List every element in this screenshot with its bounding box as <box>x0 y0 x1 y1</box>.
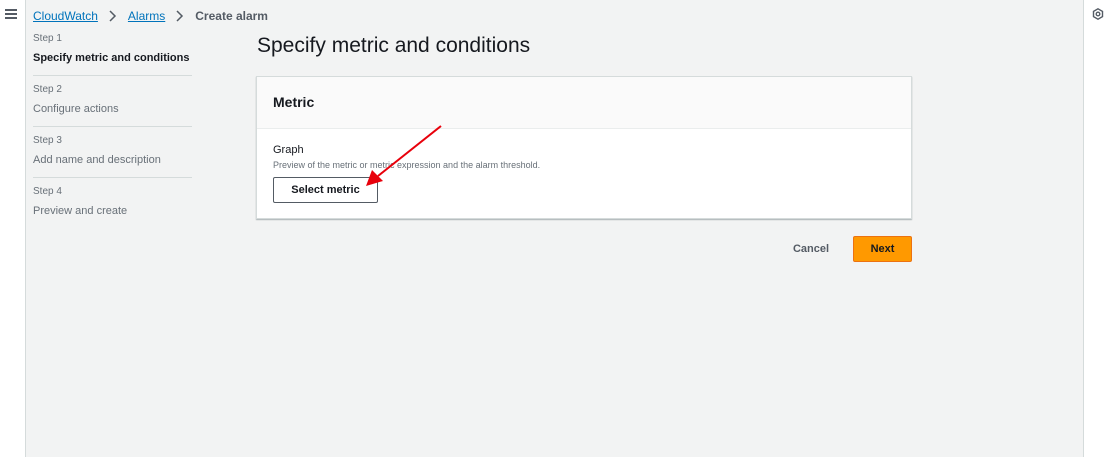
breadcrumb-alarms-link[interactable]: Alarms <box>128 9 165 23</box>
graph-description: Preview of the metric or metric expressi… <box>273 160 541 170</box>
step-title[interactable]: Add name and description <box>33 153 192 167</box>
chevron-right-icon <box>176 10 184 22</box>
next-button[interactable]: Next <box>853 236 912 262</box>
step-number: Step 3 <box>33 135 62 146</box>
hamburger-menu-icon[interactable] <box>5 9 17 19</box>
step-title[interactable]: Preview and create <box>33 204 192 218</box>
page-title: Specify metric and conditions <box>257 34 531 57</box>
wizard-step-2: Step 2 Configure actions <box>33 84 192 127</box>
right-tools-rail <box>1083 0 1112 457</box>
metric-card: Metric Graph Preview of the metric or me… <box>256 76 912 219</box>
step-number: Step 1 <box>33 33 62 44</box>
step-title[interactable]: Configure actions <box>33 102 192 116</box>
chevron-right-icon <box>109 10 116 22</box>
breadcrumb: CloudWatch Alarms Create alarm <box>33 9 268 23</box>
wizard-step-3: Step 3 Add name and description <box>33 135 192 178</box>
wizard-step-1: Step 1 Specify metric and conditions <box>33 33 192 76</box>
metric-card-title: Metric <box>273 94 315 110</box>
step-number: Step 2 <box>33 84 62 95</box>
breadcrumb-current: Create alarm <box>195 9 268 23</box>
step-number: Step 4 <box>33 186 62 197</box>
cancel-button[interactable]: Cancel <box>780 236 842 262</box>
metric-card-header <box>257 77 911 129</box>
breadcrumb-cloudwatch-link[interactable]: CloudWatch <box>33 9 98 23</box>
settings-gear-icon[interactable] <box>1092 8 1104 20</box>
graph-label: Graph <box>273 144 304 156</box>
left-nav-rail <box>0 0 26 457</box>
wizard-step-4: Step 4 Preview and create <box>33 186 192 228</box>
select-metric-button[interactable]: Select metric <box>273 177 378 203</box>
step-title: Specify metric and conditions <box>33 52 190 64</box>
wizard-steps: Step 1 Specify metric and conditions Ste… <box>33 31 192 236</box>
